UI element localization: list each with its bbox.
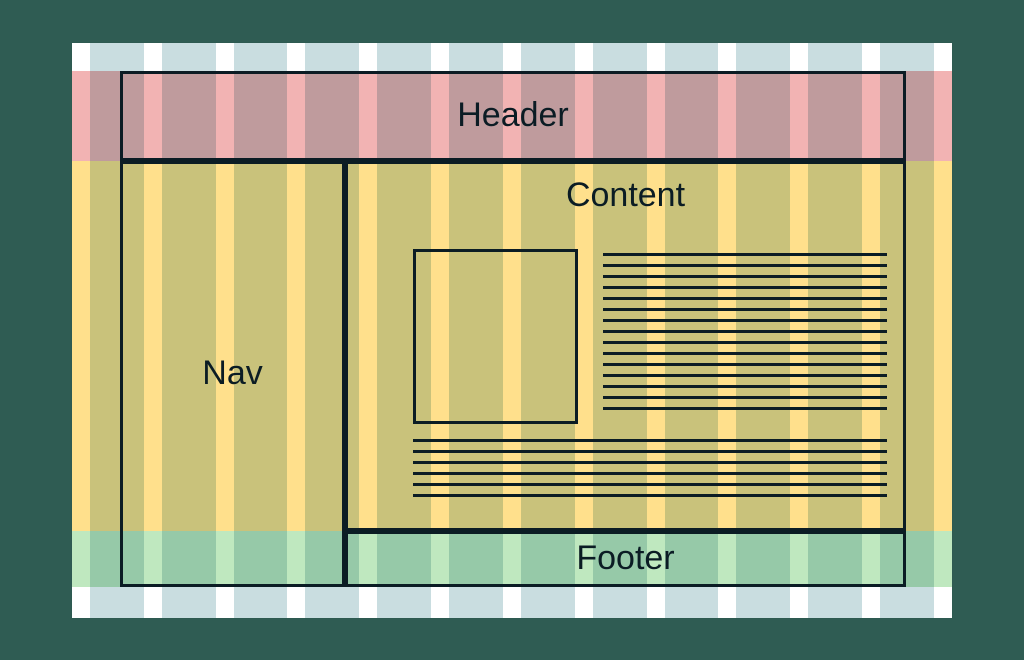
layout-diagram: Header Nav Content Footer xyxy=(72,43,952,618)
nav-label: Nav xyxy=(202,354,262,393)
content-region: Content xyxy=(345,161,906,531)
nav-region: Nav xyxy=(120,161,345,587)
text-lines-beside-image xyxy=(603,253,887,410)
header-region: Header xyxy=(120,71,906,161)
text-lines-below-image xyxy=(413,439,887,497)
header-label: Header xyxy=(457,96,569,135)
footer-region: Footer xyxy=(345,531,906,587)
content-placeholder xyxy=(413,249,887,502)
image-placeholder-box xyxy=(413,249,578,424)
content-label: Content xyxy=(348,164,903,215)
footer-label: Footer xyxy=(576,539,674,578)
